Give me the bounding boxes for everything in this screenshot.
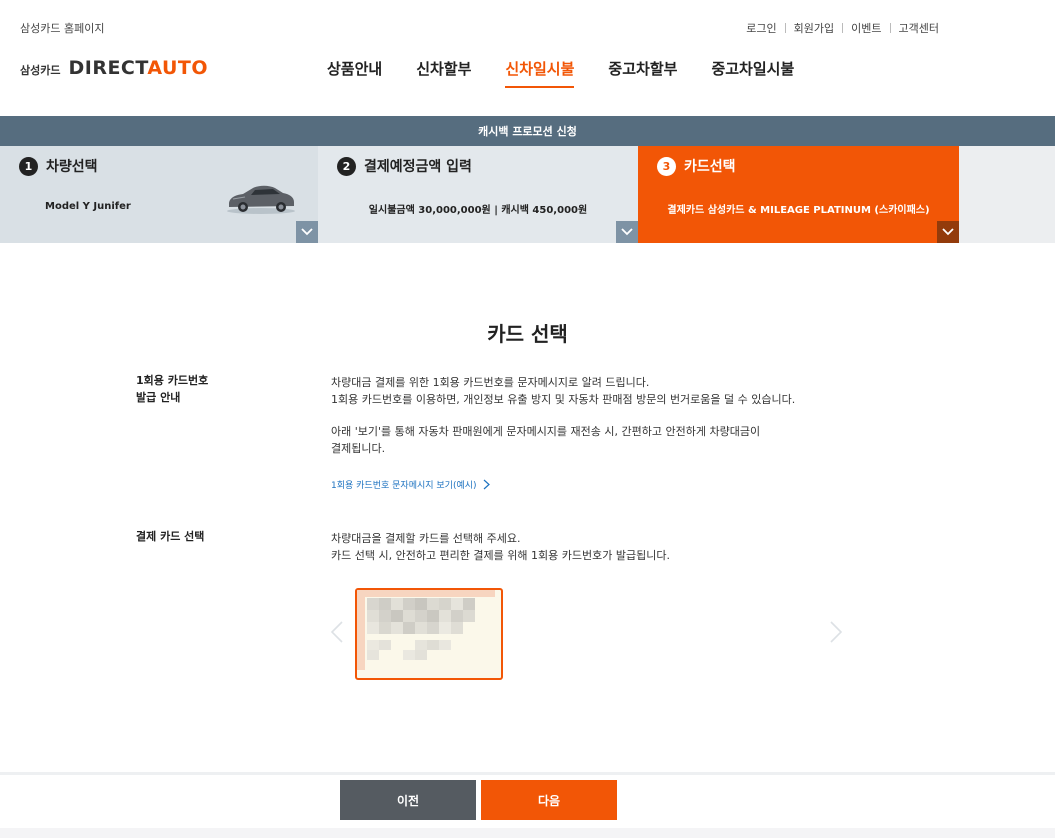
chevron-down-icon[interactable] bbox=[616, 221, 638, 243]
step-vehicle-select[interactable]: 1 차량선택 Model Y Junifer bbox=[0, 146, 318, 243]
step-payment-amount[interactable]: 2 결제예정금액 입력 일시불금액 30,000,000원 | 캐시백 450,… bbox=[318, 146, 638, 243]
step-header: 3 카드선택 bbox=[657, 156, 736, 176]
promo-bar: 캐시백 프로모션 신청 bbox=[0, 116, 1055, 146]
nav-new-car-lump-sum[interactable]: 신차일시불 bbox=[505, 58, 575, 88]
signup-link[interactable]: 회원가입 bbox=[794, 20, 834, 36]
customer-center-link[interactable]: 고객센터 bbox=[899, 20, 939, 36]
otp-guide-text: 차량대금 결제를 위한 1회용 카드번호를 문자메시지로 알려 드립니다. 1회… bbox=[331, 376, 796, 455]
step-title: 카드선택 bbox=[684, 159, 736, 175]
otp-guide-label: 1회용 카드번호 발급 안내 bbox=[136, 374, 209, 404]
next-button[interactable]: 다음 bbox=[481, 780, 617, 820]
step-number: 2 bbox=[337, 156, 356, 176]
samsungcard-home-link[interactable]: 삼성카드 홈페이지 bbox=[20, 20, 104, 36]
main-nav: 상품안내 신차할부 신차일시불 중고차할부 중고차일시불 bbox=[327, 58, 828, 88]
divider bbox=[842, 23, 844, 33]
nav-used-car-lump-sum[interactable]: 중고차일시불 bbox=[711, 58, 794, 88]
logo-brand: 삼성카드 bbox=[20, 64, 61, 77]
card-edge bbox=[357, 590, 365, 670]
prev-button[interactable]: 이전 bbox=[340, 780, 476, 820]
event-link[interactable]: 이벤트 bbox=[851, 20, 881, 36]
step-summary: 결제카드 삼성카드 & MILEAGE PLATINUM (스카이패스) bbox=[667, 205, 930, 216]
nav-used-car-installment[interactable]: 중고차할부 bbox=[608, 58, 677, 88]
nav-new-car-installment[interactable]: 신차할부 bbox=[416, 58, 471, 88]
step-title: 결제예정금액 입력 bbox=[364, 159, 472, 175]
card-select-text: 차량대금을 결제할 카드를 선택해 주세요. 카드 선택 시, 안전하고 편리한… bbox=[331, 532, 670, 562]
otp-sms-example-link[interactable]: 1회용 카드번호 문자메시지 보기(예시) bbox=[331, 478, 490, 491]
carousel-next-arrow-icon[interactable] bbox=[829, 620, 843, 648]
step-number: 1 bbox=[19, 156, 38, 176]
page-title: 카드 선택 bbox=[487, 322, 568, 346]
footer-strip bbox=[0, 828, 1055, 838]
blurred-card-image bbox=[367, 598, 475, 660]
chevron-right-icon bbox=[483, 479, 490, 490]
step-header: 1 차량선택 bbox=[19, 156, 98, 176]
utility-menu: 로그인 회원가입 이벤트 고객센터 bbox=[746, 20, 939, 36]
step-indicator: 1 차량선택 Model Y Junifer 2 결제예정금액 입력 일시불금액… bbox=[0, 146, 1055, 243]
chevron-down-icon[interactable] bbox=[937, 221, 959, 243]
carousel-prev-arrow-icon[interactable] bbox=[330, 620, 344, 648]
divider bbox=[784, 23, 786, 33]
divider bbox=[889, 23, 891, 33]
directauto-logo[interactable]: 삼성카드 DIRECTAUTO bbox=[20, 57, 208, 79]
step-number: 3 bbox=[657, 156, 676, 176]
card-select-label: 결제 카드 선택 bbox=[136, 530, 205, 543]
step-summary: 일시불금액 30,000,000원 | 캐시백 450,000원 bbox=[368, 205, 588, 216]
car-image bbox=[227, 185, 295, 214]
chevron-down-icon[interactable] bbox=[296, 221, 318, 243]
step-header: 2 결제예정금액 입력 bbox=[337, 156, 472, 176]
step-summary: Model Y Junifer bbox=[45, 201, 131, 212]
payment-card-option[interactable] bbox=[355, 588, 503, 680]
nav-product-info[interactable]: 상품안내 bbox=[327, 58, 382, 88]
login-link[interactable]: 로그인 bbox=[746, 20, 776, 36]
logo-text: DIRECTAUTO bbox=[68, 57, 209, 79]
step-title: 차량선택 bbox=[46, 159, 98, 175]
step-card-select[interactable]: 3 카드선택 결제카드 삼성카드 & MILEAGE PLATINUM (스카이… bbox=[638, 146, 959, 243]
